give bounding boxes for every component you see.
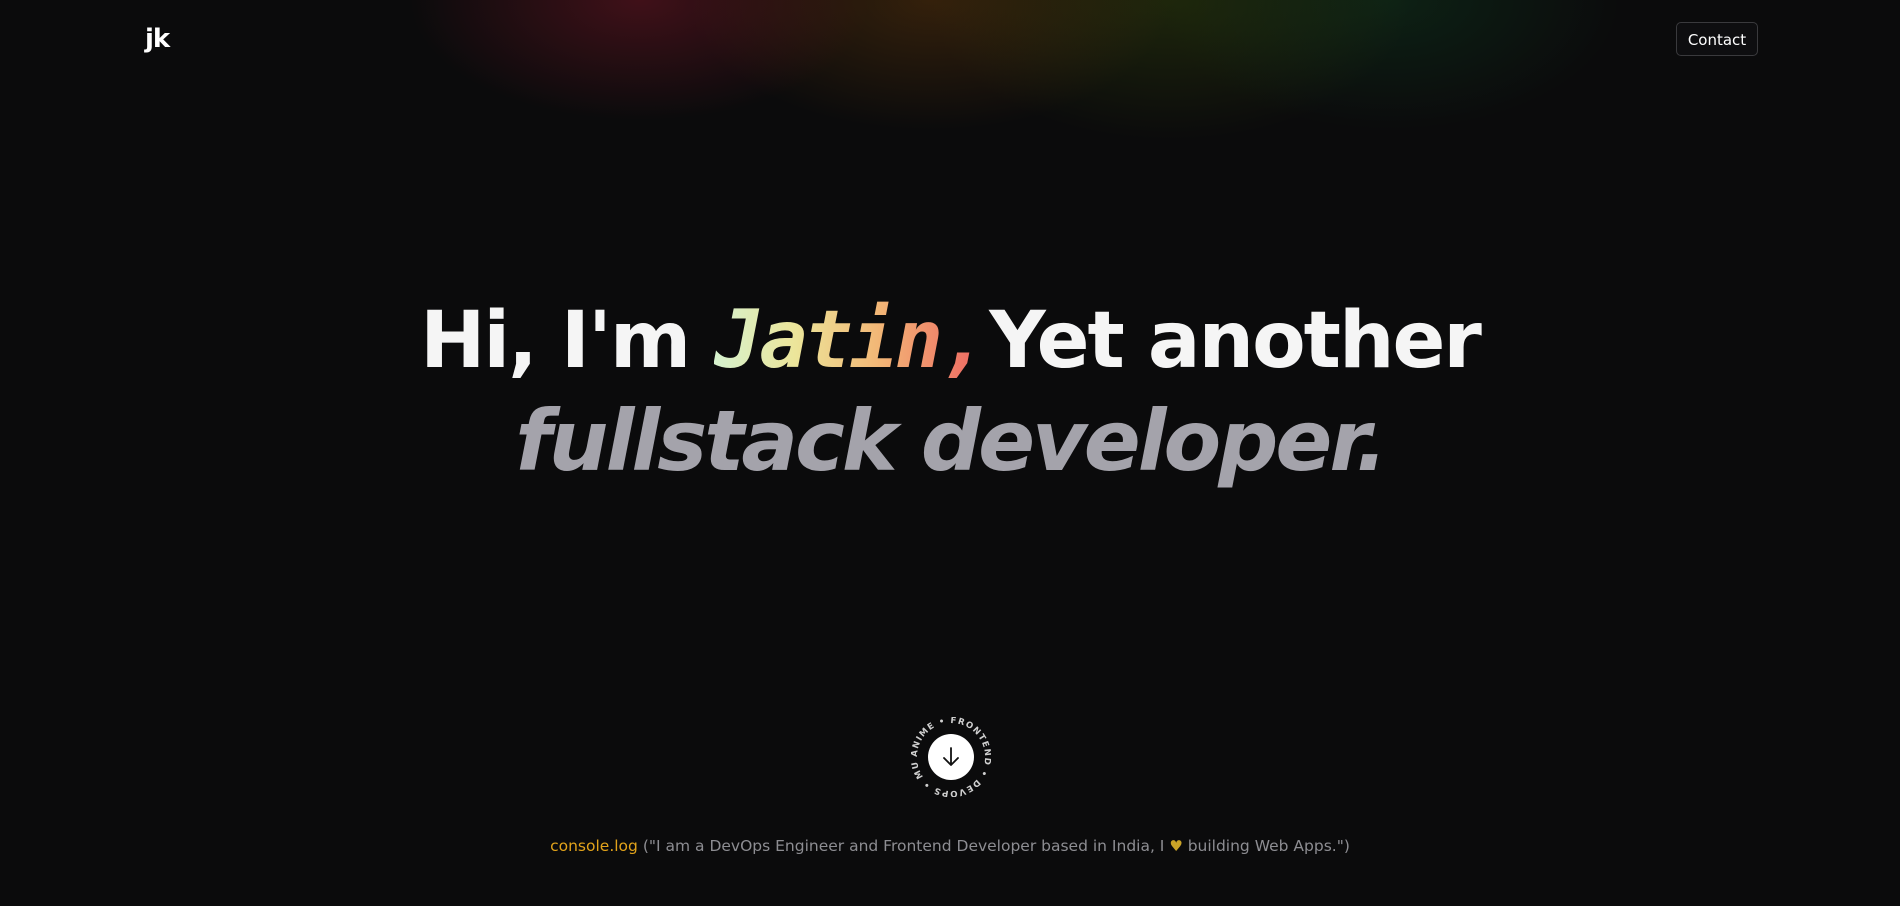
intro-text-end: building Web Apps.") [1182, 837, 1350, 855]
hero-section: Hi, I'm Jatin,Yet another fullstack deve… [0, 290, 1900, 491]
hero-heading-line-2: fullstack developer. [515, 392, 1387, 490]
arrow-down-icon [943, 747, 959, 766]
site-logo[interactable]: jk [145, 24, 170, 54]
scroll-badge: ANIME • FRONTEND • DEVOPS • MUSIC • [911, 717, 991, 797]
scroll-down-button[interactable] [928, 734, 974, 780]
hero-heading-line-1: Hi, I'm Jatin,Yet another [0, 290, 1900, 391]
console-log-intro: console.log ("I am a DevOps Engineer and… [0, 837, 1900, 855]
hero-tagline-start: Yet another [989, 296, 1482, 386]
intro-text-start: ("I am a DevOps Engineer and Frontend De… [637, 837, 1170, 855]
hero-name: Jatin, [714, 293, 988, 386]
hero-greeting: Hi, I'm [420, 296, 715, 386]
console-log-keyword: console.log [550, 837, 638, 855]
contact-button[interactable]: Contact [1676, 22, 1758, 56]
heart-icon: ♥ [1169, 837, 1183, 855]
